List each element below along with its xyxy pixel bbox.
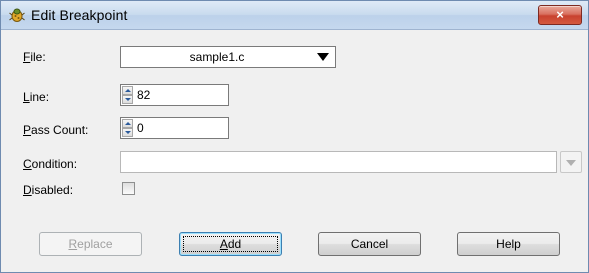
title-bar[interactable]: Edit Breakpoint × xyxy=(1,1,588,30)
close-icon: × xyxy=(556,7,564,22)
pass-count-label: Pass Count: xyxy=(23,123,89,137)
disabled-checkbox[interactable] xyxy=(122,182,135,195)
condition-input[interactable] xyxy=(120,151,557,173)
bug-icon xyxy=(9,8,25,22)
file-dropdown[interactable]: sample1.c xyxy=(120,46,336,68)
help-button[interactable]: Help xyxy=(457,232,560,256)
file-value: sample1.c xyxy=(189,50,245,64)
line-spinner-icon[interactable] xyxy=(122,86,133,104)
condition-dropdown-arrow-icon[interactable] xyxy=(560,151,582,173)
dropdown-arrow-icon[interactable] xyxy=(317,53,329,61)
edit-breakpoint-dialog: Edit Breakpoint × File: sample1.c Line: … xyxy=(0,0,589,273)
condition-label: Condition: xyxy=(23,157,78,171)
file-label: File: xyxy=(23,50,46,64)
line-label: Line: xyxy=(23,90,50,104)
disabled-label: Disabled: xyxy=(23,183,74,197)
line-input[interactable]: 82 xyxy=(120,84,229,106)
window-title: Edit Breakpoint xyxy=(31,7,128,23)
spin-down-icon[interactable] xyxy=(122,128,133,137)
pass-count-spinner-icon[interactable] xyxy=(122,119,133,137)
spin-down-icon[interactable] xyxy=(122,95,133,104)
spin-up-icon[interactable] xyxy=(122,86,133,95)
cancel-button[interactable]: Cancel xyxy=(318,232,421,256)
spin-up-icon[interactable] xyxy=(122,119,133,128)
add-button[interactable]: Add xyxy=(179,232,282,256)
replace-button[interactable]: Replace xyxy=(39,232,142,256)
line-value: 82 xyxy=(137,88,151,102)
close-button[interactable]: × xyxy=(538,5,582,25)
pass-count-input[interactable]: 0 xyxy=(120,117,229,139)
pass-count-value: 0 xyxy=(137,121,144,135)
